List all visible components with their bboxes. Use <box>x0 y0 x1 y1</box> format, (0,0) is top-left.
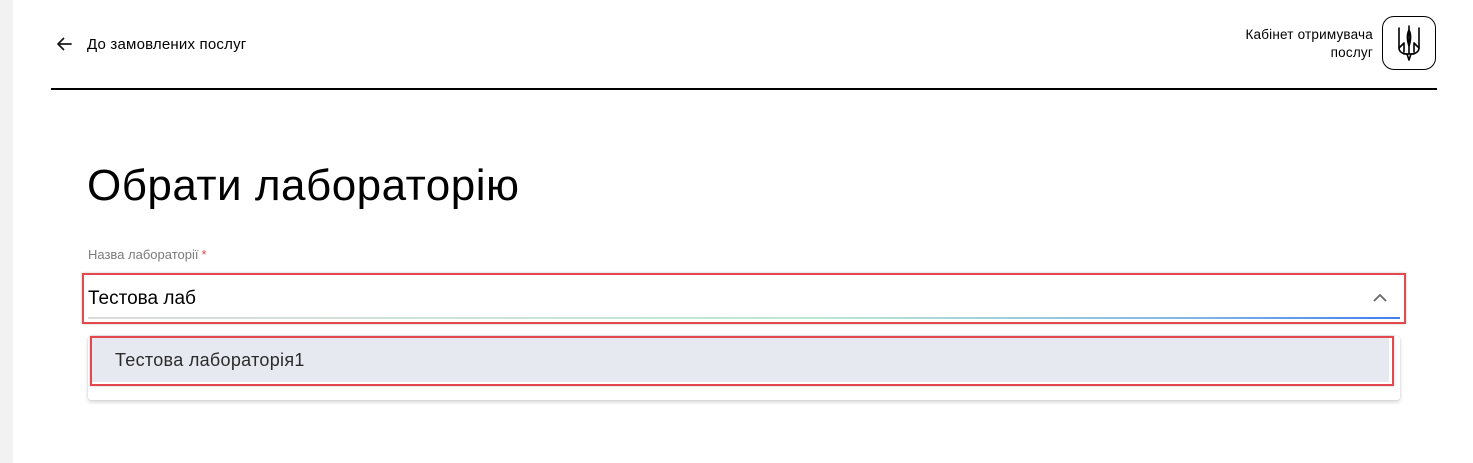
emblem-logo[interactable] <box>1382 16 1436 70</box>
page-title: Обрати лабораторію <box>87 161 520 210</box>
laboratory-name-label-text: Назва лабораторії <box>88 247 199 262</box>
input-underline <box>88 317 1400 319</box>
cabinet-title: Кабінет отримувача послуг <box>1153 26 1373 62</box>
left-scroll-gutter <box>0 0 13 463</box>
required-asterisk: * <box>201 247 207 262</box>
back-to-ordered-services-link[interactable]: До замовлених послуг <box>54 32 246 56</box>
cabinet-title-line2: послуг <box>1330 45 1373 60</box>
header-divider <box>51 88 1437 90</box>
laboratory-name-label: Назва лабораторії * <box>88 247 207 262</box>
option-highlight-frame <box>90 336 1394 386</box>
arrow-left-icon <box>57 37 72 51</box>
laboratory-name-input[interactable] <box>88 284 1358 314</box>
page: До замовлених послуг Кабінет отримувача … <box>0 0 1473 463</box>
trident-emblem-icon <box>1398 25 1420 61</box>
chevron-up-icon[interactable] <box>1371 289 1389 307</box>
back-link-label: До замовлених послуг <box>87 35 247 53</box>
cabinet-title-line1: Кабінет отримувача <box>1245 27 1373 42</box>
